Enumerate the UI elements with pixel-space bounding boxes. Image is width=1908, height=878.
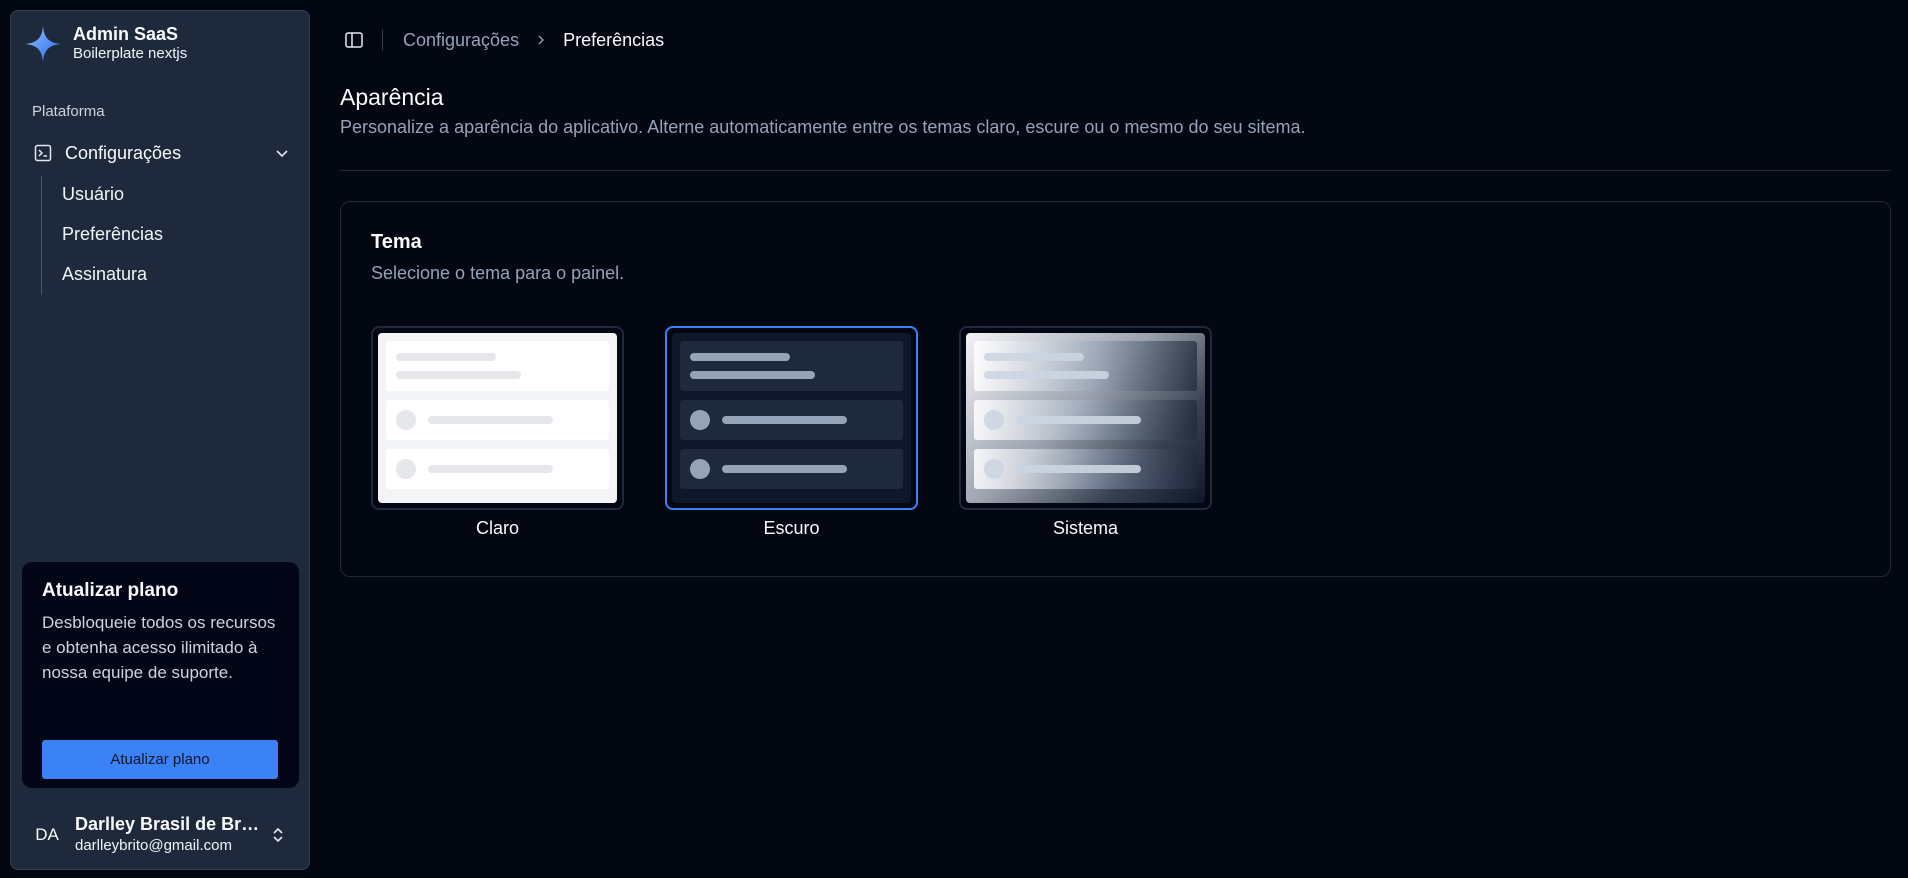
theme-option-claro[interactable]: Claro	[371, 326, 624, 539]
sidebar-item-label: Configurações	[65, 142, 182, 163]
terminal-square-icon	[33, 143, 53, 163]
sidebar-item-preferencias[interactable]: Preferências	[62, 219, 163, 249]
theme-card: Tema Selecione o tema para o painel. Cla…	[340, 201, 1891, 577]
upgrade-title: Atualizar plano	[42, 580, 179, 601]
brand[interactable]: Admin SaaS Boilerplate nextjs	[23, 21, 187, 67]
theme-option-sistema[interactable]: Sistema	[959, 326, 1212, 539]
chevron-right-icon	[535, 34, 547, 46]
upgrade-description: Desbloqueie todos os recursos e obtenha …	[42, 613, 276, 682]
theme-preview	[959, 326, 1212, 510]
divider	[382, 30, 383, 50]
sidebar-item-configuracoes[interactable]: Configurações	[31, 135, 303, 171]
theme-option-label: Escuro	[763, 518, 820, 538]
avatar: DA	[35, 825, 59, 844]
breadcrumb-parent[interactable]: Configurações	[403, 30, 519, 51]
user-email: darlleybrito@gmail.com	[75, 837, 232, 854]
theme-option-label: Sistema	[1052, 518, 1119, 538]
theme-card-description: Selecione o tema para o painel.	[371, 263, 625, 283]
page-description: Personalize a aparência do aplicativo. A…	[340, 117, 1306, 137]
theme-option-label: Claro	[475, 518, 519, 538]
upgrade-plan-button[interactable]: Atualizar plano	[42, 740, 278, 779]
sidebar-toggle-icon[interactable]	[340, 26, 368, 54]
theme-card-title: Tema	[371, 231, 422, 253]
sidebar-item-usuario[interactable]: Usuário	[62, 179, 124, 209]
sparkle-icon	[23, 24, 63, 64]
nav-group-label: Plataforma	[32, 103, 105, 120]
brand-title: Admin SaaS	[73, 24, 179, 44]
chevrons-up-down-icon	[268, 825, 288, 845]
topbar: Configurações Preferências	[340, 26, 664, 54]
theme-preview	[665, 326, 918, 510]
sidebar: Admin SaaS Boilerplate nextjs Plataforma…	[10, 10, 310, 870]
theme-option-escuro[interactable]: Escuro	[665, 326, 918, 539]
theme-preview	[371, 326, 624, 510]
upgrade-card: Atualizar plano Desbloqueie todos os rec…	[22, 562, 299, 788]
submenu-line	[41, 176, 42, 295]
breadcrumb-current: Preferências	[563, 29, 665, 50]
user-name: Darlley Brasil de Brito	[75, 814, 260, 834]
user-menu[interactable]: DA Darlley Brasil de Brito darlleybrito@…	[29, 810, 304, 860]
separator	[340, 170, 1891, 171]
sidebar-item-assinatura[interactable]: Assinatura	[62, 259, 147, 289]
brand-subtitle: Boilerplate nextjs	[73, 45, 188, 62]
chevron-down-icon	[273, 144, 291, 162]
page-title: Aparência	[340, 84, 444, 110]
